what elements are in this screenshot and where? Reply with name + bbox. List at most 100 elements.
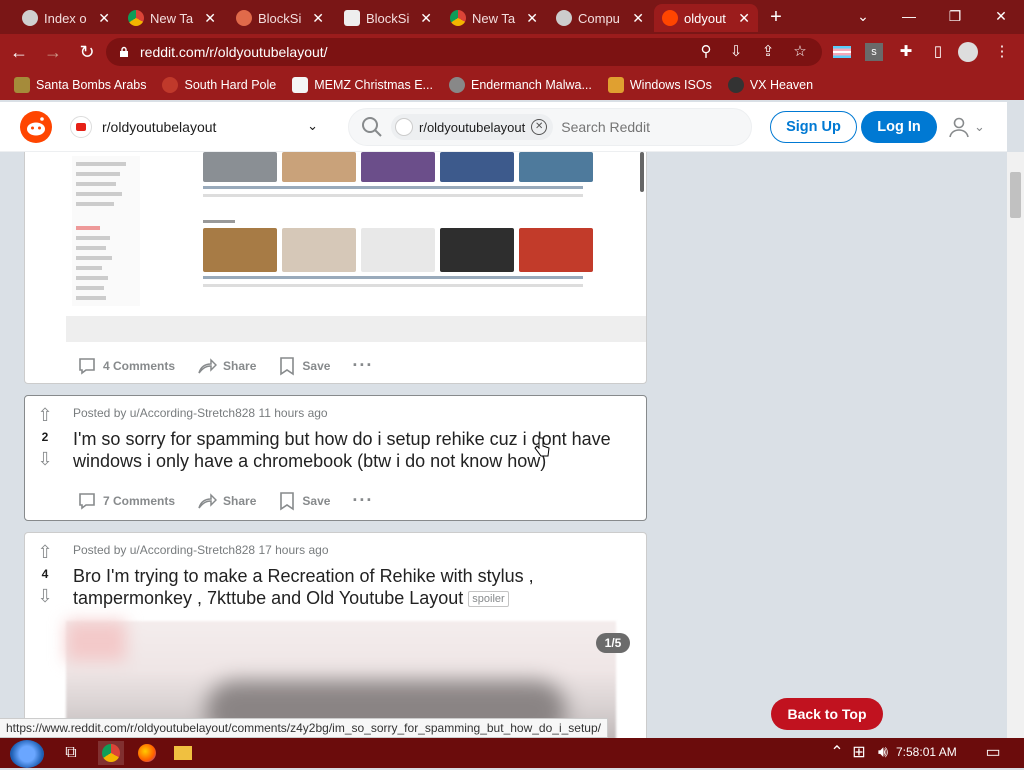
profile-avatar-icon[interactable] <box>958 42 978 62</box>
post-card[interactable]: 4 Comments Share Save ··· <box>24 152 647 384</box>
search-community-chip[interactable]: r/oldyoutubelayout ✕ <box>391 114 554 140</box>
taskbar-clock[interactable]: 7:58:01 AM <box>896 745 957 759</box>
post-card[interactable]: ⇧ 4 ⇩ Posted by u/According-Stretch828 1… <box>24 532 647 743</box>
bookmark-icon <box>280 356 295 375</box>
bookmark-santa-bombs[interactable]: Santa Bombs Arabs <box>14 77 146 93</box>
forward-arrow-icon[interactable]: → <box>38 37 68 67</box>
bookmark-favicon-icon <box>607 77 624 93</box>
post-image[interactable] <box>66 152 646 342</box>
file-explorer-icon[interactable] <box>170 741 196 765</box>
video-thumbnail <box>282 228 356 272</box>
save-button[interactable]: Save <box>278 356 330 376</box>
hand-cursor-icon <box>534 437 550 457</box>
spoiler-flair: spoiler <box>468 591 509 608</box>
tab-title: New Ta <box>150 10 194 26</box>
post-card[interactable]: ⇧ 2 ⇩ Posted by u/According-Stretch828 1… <box>24 395 647 521</box>
close-window-button[interactable]: ✕ <box>984 4 1018 28</box>
close-tab-icon[interactable]: ✕ <box>526 10 538 27</box>
bookmark-label: Santa Bombs Arabs <box>36 78 147 92</box>
chrome-taskbar-icon[interactable] <box>98 741 124 765</box>
tab-blocksite-2[interactable]: BlockSi ✕ <box>336 4 440 32</box>
reddit-logo-icon[interactable] <box>20 111 52 143</box>
community-dropdown[interactable]: r/oldyoutubelayout ⌄ <box>66 110 328 144</box>
zoom-search-icon[interactable]: ⚲ <box>696 42 716 62</box>
start-button[interactable] <box>10 740 44 768</box>
search-bar[interactable]: r/oldyoutubelayout ✕ <box>348 108 752 146</box>
close-tab-icon[interactable]: ✕ <box>420 10 432 27</box>
bookmark-south-hard-pole[interactable]: South Hard Pole <box>162 77 276 93</box>
post-title-line: tampermonkey , 7kttube and Old Youtube L… <box>73 588 464 608</box>
tab-oldyoutubelayout[interactable]: oldyout ✕ <box>654 4 758 32</box>
more-options-icon[interactable]: ··· <box>352 490 373 511</box>
search-input[interactable] <box>561 119 732 135</box>
back-arrow-icon[interactable]: ← <box>4 37 34 67</box>
bookmark-endermanch[interactable]: Endermanch Malwa... <box>448 77 592 93</box>
video-meta-row <box>203 194 583 197</box>
reddit-header: r/oldyoutubelayout ⌄ r/oldyoutubelayout … <box>0 102 1007 152</box>
tab-blocksite-1[interactable]: BlockSi ✕ <box>228 4 332 32</box>
tab-title: BlockSi <box>258 10 302 26</box>
tab-new-tab-1[interactable]: New Ta ✕ <box>120 4 224 32</box>
share-button[interactable]: Share <box>197 491 256 511</box>
upvote-arrow-icon[interactable]: ⇧ <box>35 543 55 561</box>
new-tab-button[interactable]: + <box>764 6 788 30</box>
close-tab-icon[interactable]: ✕ <box>738 10 750 27</box>
reload-icon[interactable]: ↻ <box>72 37 102 67</box>
page-scrollbar[interactable] <box>1007 152 1024 738</box>
bookmark-star-icon[interactable]: ☆ <box>790 42 810 62</box>
side-panel-icon[interactable]: ▯ <box>928 42 948 62</box>
tab-search-icon[interactable]: ⌄ <box>846 4 880 28</box>
tab-title: oldyout <box>684 10 726 26</box>
minimize-button[interactable]: — <box>892 4 926 28</box>
save-button[interactable]: Save <box>278 491 330 511</box>
volume-icon[interactable]: 🔊︎ <box>870 741 896 765</box>
clear-chip-icon[interactable]: ✕ <box>531 119 548 135</box>
scrollbar-thumb[interactable] <box>1010 172 1021 218</box>
new-to-you-label <box>203 220 235 223</box>
firefox-taskbar-icon[interactable] <box>134 741 160 765</box>
bookmark-favicon-icon <box>727 77 744 93</box>
blocksite-favicon-icon <box>344 10 360 26</box>
post-meta[interactable]: Posted by u/According-Stretch828 11 hour… <box>73 406 328 420</box>
upvote-arrow-icon[interactable]: ⇧ <box>35 406 55 424</box>
more-options-icon[interactable]: ··· <box>352 355 373 376</box>
notifications-icon[interactable]: ▭ <box>980 741 1006 765</box>
close-tab-icon[interactable]: ✕ <box>204 10 216 27</box>
bookmark-memz[interactable]: MEMZ Christmas E... <box>292 77 433 93</box>
close-tab-icon[interactable]: ✕ <box>632 10 644 27</box>
install-app-icon[interactable]: ⇩ <box>726 42 746 62</box>
kebab-menu-icon[interactable]: ⋮ <box>992 42 1012 62</box>
network-icon[interactable]: ⊞ <box>846 741 872 765</box>
bookmark-favicon-icon <box>162 77 179 93</box>
restore-button[interactable]: ❐ <box>938 4 972 28</box>
tab-computer[interactable]: Compu ✕ <box>548 4 652 32</box>
log-in-button[interactable]: Log In <box>861 111 937 143</box>
url-text: reddit.com/r/oldyoutubelayout/ <box>140 44 328 60</box>
extension-flag-icon[interactable] <box>832 42 852 62</box>
chevron-down-icon: ⌄ <box>307 118 318 133</box>
downvote-arrow-icon[interactable]: ⇩ <box>35 450 55 468</box>
bookmark-windows-isos[interactable]: Windows ISOs <box>607 77 712 93</box>
back-to-top-button[interactable]: Back to Top <box>771 698 883 730</box>
sign-up-button[interactable]: Sign Up <box>770 111 857 143</box>
vote-column: ⇧ 4 ⇩ <box>35 543 55 605</box>
lock-icon[interactable] <box>118 46 130 58</box>
share-button[interactable]: Share <box>197 356 256 376</box>
user-menu-dropdown[interactable]: ⌄ <box>948 115 990 139</box>
post-title[interactable]: Bro I'm trying to make a Recreation of R… <box>73 565 534 609</box>
close-tab-icon[interactable]: ✕ <box>98 10 110 27</box>
extension-s-icon[interactable]: s <box>864 42 884 62</box>
extensions-puzzle-icon[interactable]: ✚ <box>896 42 916 62</box>
task-view-icon[interactable]: ⧉ <box>58 741 84 765</box>
tab-new-tab-2[interactable]: New Ta ✕ <box>442 4 546 32</box>
post-title[interactable]: I'm so sorry for spamming but how do i s… <box>73 428 611 472</box>
close-tab-icon[interactable]: ✕ <box>312 10 324 27</box>
post-meta[interactable]: Posted by u/According-Stretch828 17 hour… <box>73 543 329 557</box>
chrome-favicon-icon <box>128 10 144 26</box>
comments-button[interactable]: 7 Comments <box>77 491 175 511</box>
tab-index-of[interactable]: Index o ✕ <box>14 4 118 32</box>
downvote-arrow-icon[interactable]: ⇩ <box>35 587 55 605</box>
bookmark-vx-heaven[interactable]: VX Heaven <box>727 77 813 93</box>
comments-button[interactable]: 4 Comments <box>77 356 175 376</box>
share-icon[interactable]: ⇪ <box>758 42 778 62</box>
